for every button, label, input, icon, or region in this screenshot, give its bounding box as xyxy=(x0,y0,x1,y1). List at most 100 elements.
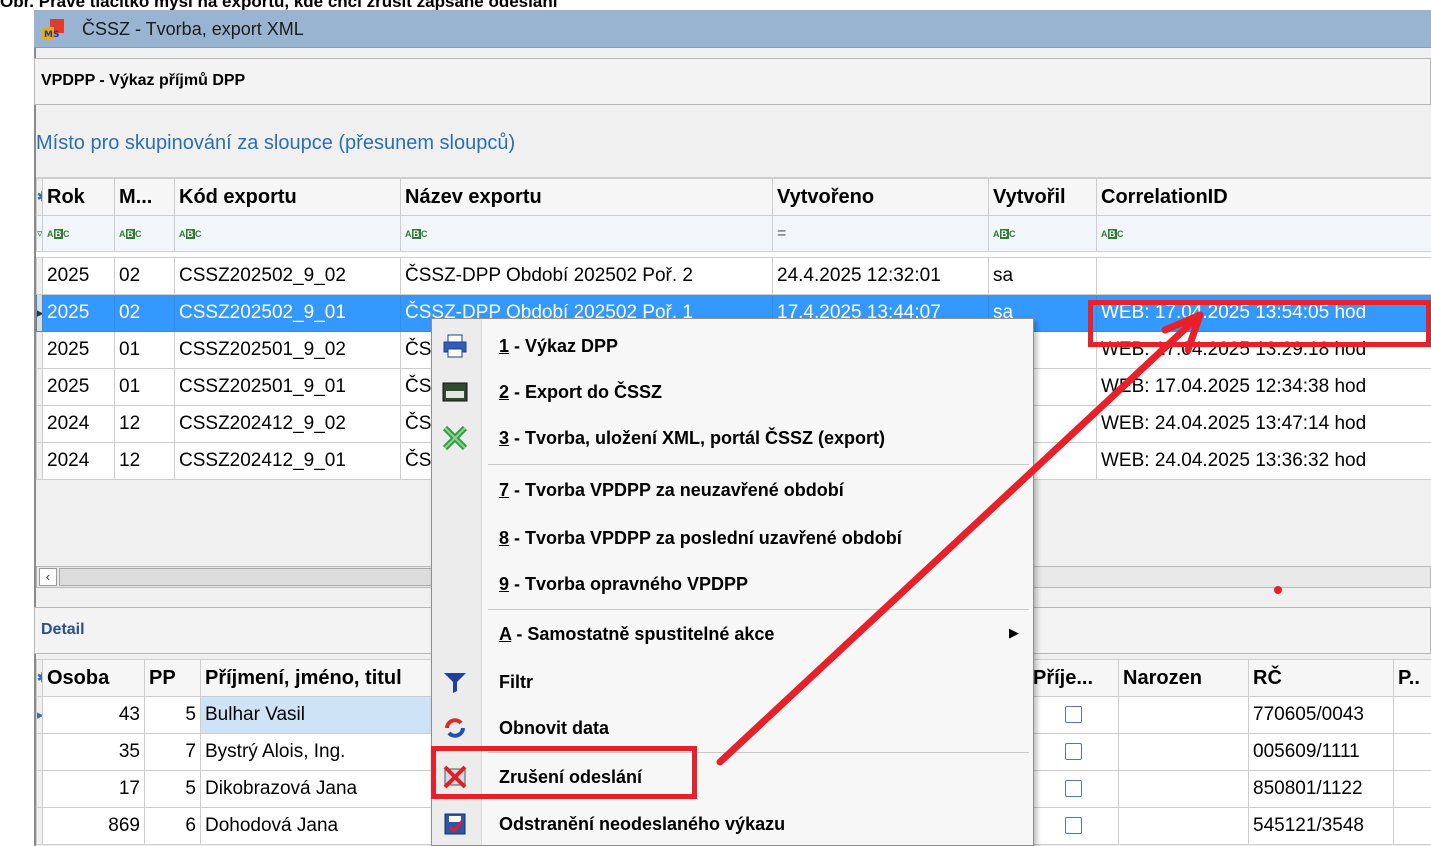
figure-caption: Obr. Pravé tlačítko myši na exportu, kde… xyxy=(0,0,558,10)
cell-kod: CSSZ202501_9_02 xyxy=(174,331,401,369)
menu-item-tvorba-xml[interactable]: 3 - Tvorba, uložení XML, portál ČSSZ (ex… xyxy=(432,415,1033,461)
column-header-vytvoril[interactable]: Vytvořil xyxy=(988,178,1097,216)
menu-item-posledni-uzavrene[interactable]: 8 - Tvorba VPDPP za poslední uzavřené ob… xyxy=(432,515,1033,561)
prijem-checkbox[interactable] xyxy=(1065,743,1082,761)
menu-accelerator: 8 xyxy=(499,528,510,548)
column-header-jmeno[interactable]: Příjmení, jméno, titul xyxy=(200,659,435,697)
cell-nazev: ČSSZ-DPP Období 202502 Poř. 2 xyxy=(400,257,773,295)
scrollbar-thumb[interactable] xyxy=(59,568,479,586)
column-header-p[interactable]: P.. xyxy=(1393,659,1431,697)
group-by-area[interactable]: Místo pro skupinování za sloupce (přesun… xyxy=(36,112,1431,178)
cell-kod: CSSZ202412_9_02 xyxy=(174,405,401,443)
cell-mesic: 12 xyxy=(114,442,175,480)
column-header-osoba[interactable]: Osoba xyxy=(42,659,145,697)
cell-pp: 5 xyxy=(144,696,201,734)
filter-mesic[interactable]: ABC xyxy=(114,215,175,252)
detail-section-title: Detail xyxy=(41,621,85,638)
cell-rok: 2025 xyxy=(42,368,115,406)
menu-item-label: - Tvorba VPDPP za poslední uzavřené obdo… xyxy=(509,528,902,548)
menu-item-label: - Samostatně spustitelné akce xyxy=(511,624,775,644)
cell-rok: 2025 xyxy=(42,257,115,295)
menu-item-label: - Export do ČSSZ xyxy=(509,382,663,402)
menu-item-export-cssz[interactable]: 2 - Export do ČSSZ xyxy=(432,369,1033,415)
filter-rok[interactable]: ABC xyxy=(42,215,115,252)
menu-separator xyxy=(488,609,1029,610)
menu-item-samostatne-akce[interactable]: A - Samostatně spustitelné akce ▶ xyxy=(432,611,1033,657)
prijem-checkbox[interactable] xyxy=(1065,817,1082,835)
cell-jmeno: Dikobrazová Jana xyxy=(200,770,435,808)
column-header-narozen[interactable]: Narozen xyxy=(1118,659,1249,697)
cell-pp: 7 xyxy=(144,733,201,771)
submenu-arrow-icon: ▶ xyxy=(1009,625,1019,640)
menu-accelerator: 2 xyxy=(499,382,510,402)
table-row[interactable]: 2025 02 CSSZ202502_9_02 ČSSZ-DPP Období … xyxy=(36,257,1431,295)
menu-item-filtr[interactable]: Filtr xyxy=(432,659,1033,705)
filter-correlation[interactable]: ABC xyxy=(1096,215,1431,252)
master-section-title: VPDPP - Výkaz příjmů DPP xyxy=(41,72,246,89)
prijem-checkbox[interactable] xyxy=(1065,780,1082,798)
cell-kod: CSSZ202501_9_01 xyxy=(174,368,401,406)
menu-item-obnovit[interactable]: Obnovit data xyxy=(432,705,1033,751)
cell-jmeno: Bystrý Alois, Ing. xyxy=(200,733,435,771)
export-icon xyxy=(441,378,469,406)
column-header-vytvoreno[interactable]: Vytvořeno xyxy=(772,178,989,216)
cell-mesic: 02 xyxy=(114,294,175,332)
column-header-mesic[interactable]: M... xyxy=(114,178,175,216)
cell-rok: 2025 xyxy=(42,331,115,369)
menu-item-opravny[interactable]: 9 - Tvorba opravného VPDPP xyxy=(432,561,1033,607)
menu-item-label: - Tvorba VPDPP za neuzavřené období xyxy=(509,480,844,500)
cell-vytvoril: sa xyxy=(988,257,1097,295)
scroll-left-icon[interactable]: ‹ xyxy=(39,568,57,586)
cell-mesic: 01 xyxy=(114,331,175,369)
cell-correlation: WEB: 24.04.2025 13:36:32 hod xyxy=(1096,442,1431,480)
text-filter-icon: ABC xyxy=(119,228,142,239)
column-header-nazev[interactable]: Název exportu xyxy=(400,178,773,216)
cell-kod: CSSZ202502_9_02 xyxy=(174,257,401,295)
menu-item-label: - Výkaz DPP xyxy=(509,336,619,356)
cell-osoba: 43 xyxy=(42,696,145,734)
filter-vytvoril[interactable]: ABC xyxy=(988,215,1097,252)
printer-icon xyxy=(441,332,469,360)
cell-kod: CSSZ202502_9_01 xyxy=(174,294,401,332)
menu-item-vykaz-dpp[interactable]: 1 - Výkaz DPP xyxy=(432,323,1033,369)
menu-separator xyxy=(488,464,1029,465)
cell-vytvoreno: 24.4.2025 12:32:01 xyxy=(772,257,989,295)
menu-item-label: Obnovit data xyxy=(499,718,610,738)
filter-icon xyxy=(441,668,469,696)
cell-pp: 6 xyxy=(144,807,201,845)
cell-rok: 2025 xyxy=(42,294,115,332)
text-filter-icon: ABC xyxy=(179,228,202,239)
column-header-pp[interactable]: PP xyxy=(144,659,201,697)
filter-nazev[interactable]: ABC xyxy=(400,215,773,252)
menu-accelerator: A xyxy=(499,624,512,644)
cell-jmeno: Bulhar Vasil xyxy=(200,696,435,734)
text-filter-icon: ABC xyxy=(993,228,1016,239)
menu-accelerator: 9 xyxy=(499,574,510,594)
filter-vytvoreno[interactable]: = xyxy=(772,215,989,252)
column-header-rok[interactable]: Rok xyxy=(42,178,115,216)
text-filter-icon: ABC xyxy=(1101,228,1124,239)
cell-correlation xyxy=(1096,257,1431,295)
column-header-prijem[interactable]: Příje... xyxy=(1028,659,1119,697)
menu-accelerator: 7 xyxy=(499,480,510,500)
xml-icon xyxy=(441,424,469,452)
text-filter-icon: ABC xyxy=(405,228,428,239)
cell-osoba: 35 xyxy=(42,733,145,771)
svg-text:MS: MS xyxy=(44,30,59,39)
master-section-header: VPDPP - Výkaz příjmů DPP xyxy=(34,58,1431,105)
cell-rc: 005609/1111 xyxy=(1248,733,1394,771)
refresh-icon xyxy=(441,714,469,742)
filter-kod[interactable]: ABC xyxy=(174,215,401,252)
cell-rc: 545121/3548 xyxy=(1248,807,1394,845)
prijem-checkbox[interactable] xyxy=(1065,706,1082,724)
window-titlebar: MS ČSSZ - Tvorba, export XML xyxy=(34,10,1431,48)
column-header-correlation[interactable]: CorrelationID xyxy=(1096,178,1431,216)
cell-rc: 770605/0043 xyxy=(1248,696,1394,734)
menu-accelerator: 3 xyxy=(499,428,510,448)
menu-item-odstraneni[interactable]: Odstranění neodeslaného výkazu xyxy=(432,801,1033,846)
column-header-kod[interactable]: Kód exportu xyxy=(174,178,401,216)
cell-mesic: 01 xyxy=(114,368,175,406)
menu-accelerator: 1 xyxy=(499,336,510,356)
column-header-rc[interactable]: RČ xyxy=(1248,659,1394,697)
menu-item-neuzavrene[interactable]: 7 - Tvorba VPDPP za neuzavřené období xyxy=(432,467,1033,513)
